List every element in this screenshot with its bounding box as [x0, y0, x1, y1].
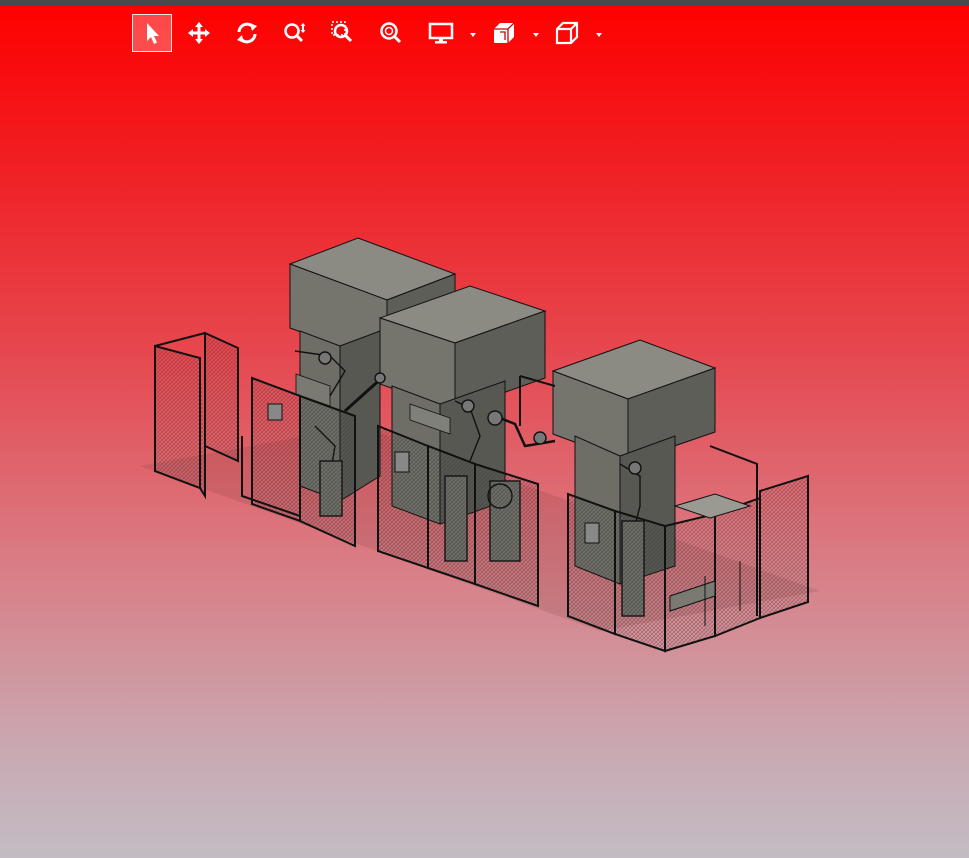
3d-assembly-model[interactable] — [0, 6, 969, 858]
3d-viewport[interactable] — [0, 6, 969, 858]
